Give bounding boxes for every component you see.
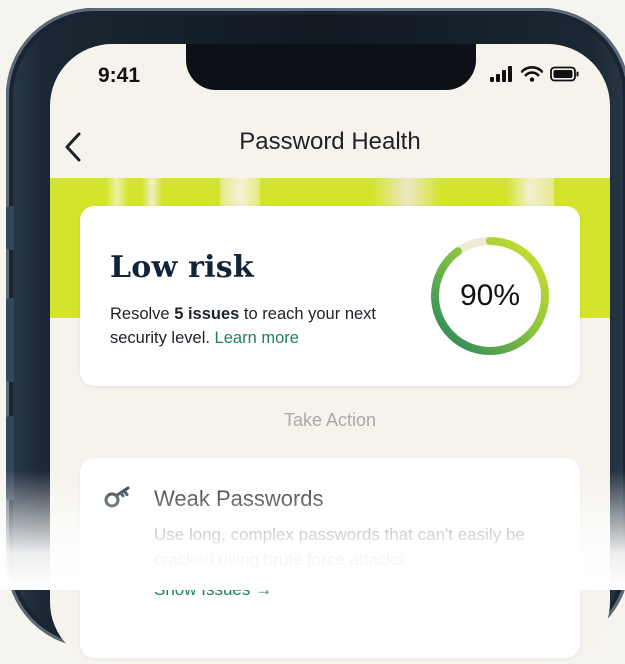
wifi-icon — [521, 66, 543, 82]
show-issues-link[interactable]: Show Issues → — [154, 580, 272, 600]
risk-description-prefix: Resolve — [110, 305, 175, 323]
risk-description: Resolve 5 issues to reach your next secu… — [110, 302, 430, 350]
phone-side-button — [6, 298, 14, 382]
weak-passwords-card[interactable]: Weak Passwords Use long, complex passwor… — [80, 458, 580, 658]
camera-notch — [186, 44, 476, 90]
status-time: 9:41 — [98, 64, 141, 87]
learn-more-link[interactable]: Learn more — [215, 329, 299, 347]
status-icons — [490, 66, 580, 82]
page-title: Password Health — [239, 128, 421, 155]
section-heading: Take Action — [283, 410, 377, 430]
weak-passwords-title: Weak Passwords — [154, 486, 324, 511]
phone-frame: 9:41 Password Health Low risk Resolve 5 … — [6, 8, 625, 664]
key-icon — [104, 486, 130, 508]
battery-icon — [550, 66, 579, 82]
phone-side-button — [6, 416, 14, 500]
phone-side-button — [6, 206, 14, 250]
signal-icon — [490, 66, 512, 82]
issues-count: 5 issues — [174, 305, 240, 323]
phone-screen: 9:41 Password Health Low risk Resolve 5 … — [50, 44, 610, 664]
weak-passwords-description: Use long, complex passwords that can't e… — [154, 525, 525, 569]
score-percentage: 90% — [459, 279, 521, 312]
risk-level-heading: Low risk — [110, 250, 254, 285]
risk-summary-card: Low risk Resolve 5 issues to reach your … — [80, 206, 580, 386]
